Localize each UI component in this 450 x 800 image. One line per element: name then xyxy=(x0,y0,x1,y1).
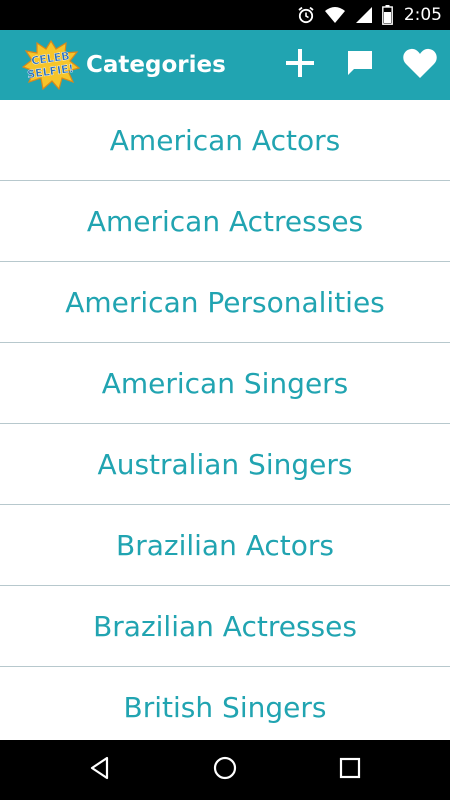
category-label: Brazilian Actors xyxy=(116,528,334,562)
nav-bar xyxy=(0,740,450,800)
wifi-icon xyxy=(324,6,346,24)
category-label: British Singers xyxy=(123,690,327,724)
category-label: American Actresses xyxy=(86,204,364,238)
alarm-icon xyxy=(297,6,315,24)
app-bar: CELEB SELFIE! Categories xyxy=(0,30,450,100)
cell-signal-icon xyxy=(355,6,373,24)
screen: 2:05 CELEB SELFIE! Categories American A… xyxy=(0,0,450,800)
category-item-american-actors[interactable]: American Actors xyxy=(0,100,450,181)
add-button[interactable] xyxy=(276,30,324,100)
category-item-brazilian-actresses[interactable]: Brazilian Actresses xyxy=(0,586,450,667)
category-item-american-actresses[interactable]: American Actresses xyxy=(0,181,450,262)
category-item-brazilian-actors[interactable]: Brazilian Actors xyxy=(0,505,450,586)
page-title: Categories xyxy=(86,52,226,78)
status-bar: 2:05 xyxy=(0,0,450,30)
chat-button[interactable] xyxy=(336,30,384,100)
category-label: Brazilian Actresses xyxy=(93,609,357,643)
category-item-american-singers[interactable]: American Singers xyxy=(0,343,450,424)
status-icons: 2:05 xyxy=(297,0,442,30)
category-label: American Actors xyxy=(109,123,341,157)
category-label: American Singers xyxy=(101,366,349,400)
battery-icon xyxy=(381,5,393,25)
category-item-british-singers[interactable]: British Singers xyxy=(0,667,450,740)
back-icon xyxy=(87,755,113,786)
recents-icon xyxy=(338,756,362,785)
favorites-button[interactable] xyxy=(396,30,444,100)
status-time: 2:05 xyxy=(403,5,442,25)
add-icon xyxy=(283,46,317,85)
category-item-australian-singers[interactable]: Australian Singers xyxy=(0,424,450,505)
category-item-american-personalities[interactable]: American Personalities xyxy=(0,262,450,343)
back-button[interactable] xyxy=(70,740,130,800)
category-list: American Actors American Actresses Ameri… xyxy=(0,100,450,740)
chat-icon xyxy=(345,48,375,83)
category-label: Australian Singers xyxy=(97,447,353,481)
app-logo: CELEB SELFIE! xyxy=(21,39,81,91)
recents-button[interactable] xyxy=(320,740,380,800)
home-icon xyxy=(212,755,238,786)
home-button[interactable] xyxy=(195,740,255,800)
category-label: American Personalities xyxy=(65,285,385,319)
heart-icon xyxy=(402,46,438,85)
